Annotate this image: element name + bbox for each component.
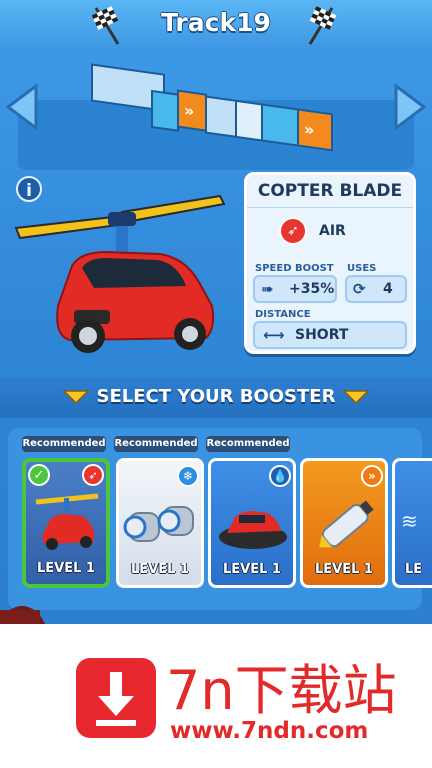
distance-value: SHORT <box>295 327 349 343</box>
next-track-arrow[interactable] <box>390 82 430 132</box>
booster-level: LE <box>405 562 423 577</box>
uses-stat: ⟳ 4 <box>345 275 407 303</box>
water-drop-icon: 💧 <box>269 465 291 487</box>
distance-stat: ⟷ SHORT <box>253 321 407 349</box>
booster-card-water[interactable]: 💧 LEVEL 1 <box>208 458 296 588</box>
watermark-url: www.7ndn.com <box>170 718 369 744</box>
booster-level: LEVEL 1 <box>131 562 189 577</box>
divider <box>247 207 413 208</box>
refresh-icon: ⟳ <box>353 280 366 298</box>
left-right-arrow-icon: ⟷ <box>263 326 285 344</box>
splash-icon: ≋ <box>401 509 418 533</box>
track-layout-map: » » <box>91 63 333 152</box>
booster-level: LEVEL 1 <box>223 562 281 577</box>
speed-boost-stat: ➠ +35% <box>253 275 337 303</box>
car-preview-image <box>14 194 226 353</box>
distance-label: DISTANCE <box>255 309 311 320</box>
uses-label: USES <box>347 263 377 274</box>
wing-icon: ➶ <box>82 464 104 486</box>
booster-card-copter-blade[interactable]: ✓ ➶ LEVEL 1 <box>22 458 110 588</box>
svg-text:»: » <box>184 101 194 121</box>
speed-boost-value: +35% <box>289 281 335 297</box>
jet-engines-icon <box>123 506 194 542</box>
copter-car-icon <box>35 493 99 550</box>
recommended-badge: Recommended <box>114 436 198 452</box>
download-logo <box>76 658 156 738</box>
recommended-badge: Recommended <box>22 436 106 452</box>
checkmark-icon: ✓ <box>28 464 50 486</box>
recommended-badge: Recommended <box>206 436 290 452</box>
wing-icon: ➶ <box>279 217 307 245</box>
checkered-flag-icon <box>308 6 337 45</box>
booster-card-boost[interactable]: » LEVEL 1 <box>300 458 388 588</box>
booster-name: COPTER BLADE <box>257 181 403 201</box>
booster-type: AIR <box>319 223 346 239</box>
booster-card-splash[interactable]: ≋ LE <box>392 458 432 588</box>
booster-level: LEVEL 1 <box>37 561 95 576</box>
hovercraft-car-icon <box>219 511 287 549</box>
track-title: Track19 <box>161 8 271 37</box>
booster-level: LEVEL 1 <box>315 562 373 577</box>
svg-text:»: » <box>304 119 314 139</box>
speed-icon: ➠ <box>261 280 274 298</box>
previous-track-arrow[interactable] <box>2 82 42 132</box>
chevron-down-icon <box>342 390 370 405</box>
boost-canister-icon <box>319 500 374 548</box>
speed-boost-label: SPEED BOOST <box>255 263 334 274</box>
watermark-brand: 7n下载站 <box>166 659 397 722</box>
chevrons-icon: » <box>361 465 383 487</box>
booster-card-ice[interactable]: ❄ LEVEL 1 <box>116 458 204 588</box>
snowflake-icon: ❄ <box>177 465 199 487</box>
download-arrow-icon <box>96 672 136 726</box>
uses-value: 4 <box>383 281 393 297</box>
booster-details-card: COPTER BLADE ➶ AIR SPEED BOOST USES ➠ +3… <box>244 172 416 354</box>
